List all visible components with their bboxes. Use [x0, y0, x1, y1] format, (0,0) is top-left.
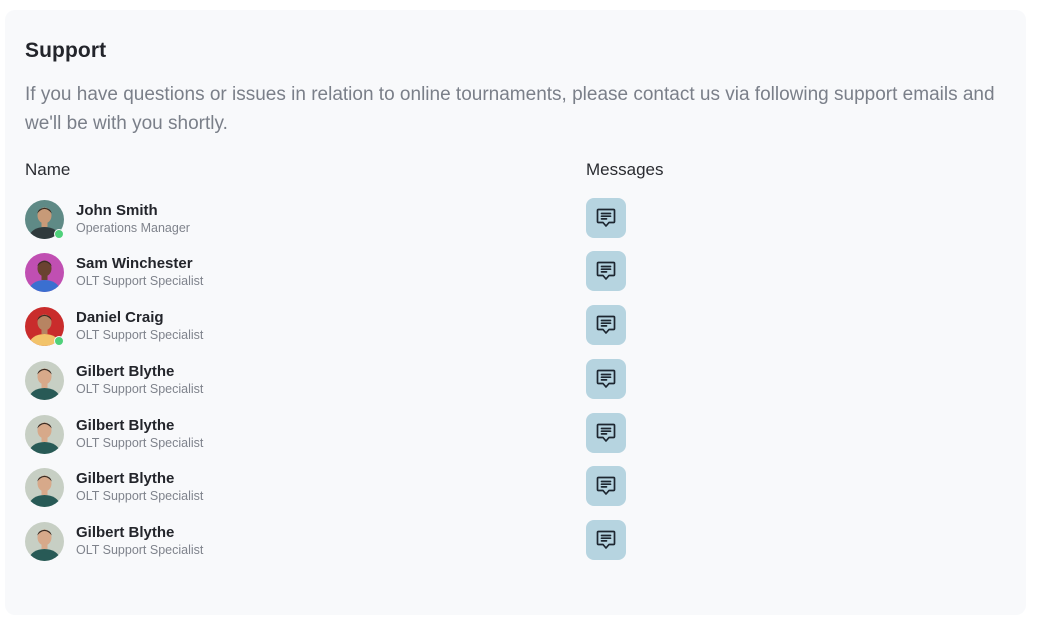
- message-icon: [596, 476, 616, 495]
- column-header-name: Name: [25, 160, 71, 179]
- support-card: Support If you have questions or issues …: [5, 10, 1026, 615]
- contact-row: Sam Winchester OLT Support Specialist: [25, 251, 645, 295]
- contact-name: Gilbert Blythe: [76, 470, 175, 487]
- message-button[interactable]: [586, 359, 626, 399]
- avatar: [25, 415, 64, 454]
- support-description: If you have questions or issues in relat…: [25, 84, 995, 134]
- message-icon: [596, 423, 616, 442]
- avatar: [25, 361, 64, 400]
- contact-row: Gilbert Blythe OLT Support Specialist: [25, 359, 645, 403]
- contact-role: OLT Support Specialist: [76, 489, 204, 503]
- contact-role: OLT Support Specialist: [76, 274, 204, 288]
- contact-name: Gilbert Blythe: [76, 363, 175, 380]
- contact-row: Gilbert Blythe OLT Support Specialist: [25, 466, 645, 510]
- contact-name: Gilbert Blythe: [76, 417, 175, 434]
- message-button[interactable]: [586, 305, 626, 345]
- contact-row: Gilbert Blythe OLT Support Specialist: [25, 413, 645, 457]
- contact-name: John Smith: [76, 202, 158, 219]
- contact-row: John Smith Operations Manager: [25, 198, 645, 242]
- contact-name: Sam Winchester: [76, 255, 193, 272]
- message-button[interactable]: [586, 466, 626, 506]
- contact-role: OLT Support Specialist: [76, 436, 204, 450]
- contact-row: Daniel Craig OLT Support Specialist: [25, 305, 645, 349]
- contact-role: OLT Support Specialist: [76, 543, 204, 557]
- message-button[interactable]: [586, 198, 626, 238]
- avatar: [25, 468, 64, 507]
- contact-name: Daniel Craig: [76, 309, 164, 326]
- message-button[interactable]: [586, 251, 626, 291]
- message-icon: [596, 208, 616, 227]
- page-title: Support: [25, 39, 107, 62]
- message-icon: [596, 315, 616, 334]
- contact-name: Gilbert Blythe: [76, 524, 175, 541]
- message-icon: [596, 261, 616, 280]
- message-button[interactable]: [586, 520, 626, 560]
- contact-role: OLT Support Specialist: [76, 328, 204, 342]
- online-status-dot: [54, 336, 64, 346]
- contact-role: Operations Manager: [76, 221, 190, 235]
- message-button[interactable]: [586, 413, 626, 453]
- online-status-dot: [54, 229, 64, 239]
- avatar: [25, 522, 64, 561]
- message-icon: [596, 369, 616, 388]
- column-header-messages: Messages: [586, 160, 664, 179]
- contact-row: Gilbert Blythe OLT Support Specialist: [25, 520, 645, 564]
- avatar: [25, 253, 64, 292]
- message-icon: [596, 530, 616, 549]
- contact-role: OLT Support Specialist: [76, 382, 204, 396]
